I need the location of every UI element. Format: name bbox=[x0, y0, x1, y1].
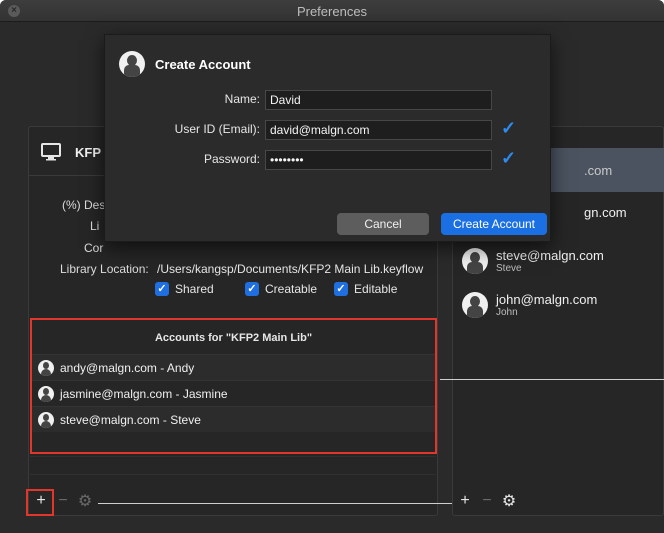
account-email: .com bbox=[584, 162, 613, 178]
shared-checkbox[interactable]: ✓ Shared bbox=[155, 282, 214, 296]
li-label: Li bbox=[90, 219, 100, 233]
checkmark-icon: ✓ bbox=[334, 282, 348, 296]
password-field[interactable]: •••••••• bbox=[265, 150, 492, 170]
accounts-list: andy@malgn.com - Andy jasmine@malgn.com … bbox=[32, 354, 435, 432]
list-item[interactable]: andy@malgn.com - Andy bbox=[32, 354, 435, 380]
library-accounts-box: Accounts for "KFP2 Main Lib" andy@malgn.… bbox=[30, 318, 437, 454]
name-label: Name: bbox=[224, 92, 260, 106]
titlebar: × Preferences bbox=[0, 0, 664, 22]
gear-icon[interactable]: ⚙ bbox=[498, 491, 520, 511]
account-name: John bbox=[496, 307, 518, 318]
account-email: john@malgn.com bbox=[496, 292, 598, 307]
editable-checkbox[interactable]: ✓ Editable bbox=[334, 282, 397, 296]
library-header: KFP bbox=[41, 137, 101, 167]
computer-icon bbox=[41, 143, 61, 161]
account-label: andy@malgn.com - Andy bbox=[60, 360, 195, 375]
description-label: (%) Des bbox=[62, 198, 106, 212]
preferences-window: × Preferences KFP (%) Des Li Cor Library… bbox=[0, 0, 664, 533]
user-avatar-icon bbox=[38, 411, 54, 428]
create-account-button[interactable]: Create Account bbox=[441, 213, 547, 235]
library-location-label: Library Location: bbox=[60, 262, 149, 276]
library-location-value: /Users/kangsp/Documents/KFP2 Main Lib.ke… bbox=[157, 262, 424, 276]
window-title: Preferences bbox=[296, 4, 368, 19]
annotation-line bbox=[440, 379, 664, 380]
user-avatar-icon bbox=[38, 359, 54, 376]
account-email: gn.com bbox=[584, 204, 627, 220]
cor-label: Cor bbox=[84, 241, 104, 255]
add-button-highlight bbox=[26, 489, 54, 516]
user-avatar-icon bbox=[38, 385, 54, 402]
list-item[interactable]: steve@malgn.com Steve bbox=[452, 246, 664, 276]
remove-button[interactable]: − bbox=[476, 491, 498, 511]
password-label: Password: bbox=[203, 152, 260, 166]
checkmark-icon: ✓ bbox=[245, 282, 259, 296]
dialog-header: Create Account bbox=[119, 51, 251, 77]
gear-icon[interactable]: ⚙ bbox=[74, 491, 96, 511]
creatable-label: Creatable bbox=[265, 282, 318, 296]
account-name: Steve bbox=[496, 263, 522, 274]
account-label: steve@malgn.com - Steve bbox=[60, 412, 201, 427]
create-account-dialog: Create Account Name: David User ID (Emai… bbox=[104, 34, 551, 242]
account-email: steve@malgn.com bbox=[496, 248, 604, 263]
creatable-checkbox[interactable]: ✓ Creatable bbox=[245, 282, 317, 296]
list-item[interactable]: steve@malgn.com - Steve bbox=[32, 406, 435, 432]
checkmark-icon: ✓ bbox=[155, 282, 169, 296]
userid-label: User ID (Email): bbox=[174, 122, 260, 136]
remove-button[interactable]: − bbox=[52, 491, 74, 511]
name-field[interactable]: David bbox=[265, 90, 492, 110]
add-button[interactable]: + bbox=[454, 491, 476, 511]
dialog-title: Create Account bbox=[155, 56, 251, 72]
shared-label: Shared bbox=[175, 282, 214, 296]
editable-label: Editable bbox=[354, 282, 398, 296]
account-label: jasmine@malgn.com - Jasmine bbox=[60, 386, 228, 401]
list-item[interactable]: jasmine@malgn.com - Jasmine bbox=[32, 380, 435, 406]
accounts-title: Accounts for "KFP2 Main Lib" bbox=[154, 332, 313, 344]
email-field[interactable]: david@malgn.com bbox=[265, 120, 492, 140]
right-toolbar: + − ⚙ bbox=[454, 490, 520, 512]
user-avatar-icon bbox=[119, 51, 145, 77]
list-item[interactable]: john@malgn.com John bbox=[452, 288, 664, 322]
valid-check-icon: ✓ bbox=[501, 148, 517, 168]
library-name: KFP bbox=[75, 144, 101, 160]
empty-rows bbox=[30, 456, 436, 492]
user-avatar-icon bbox=[462, 248, 488, 274]
user-avatar-icon bbox=[462, 292, 488, 318]
cancel-button[interactable]: Cancel bbox=[337, 213, 429, 235]
valid-check-icon: ✓ bbox=[501, 118, 517, 138]
